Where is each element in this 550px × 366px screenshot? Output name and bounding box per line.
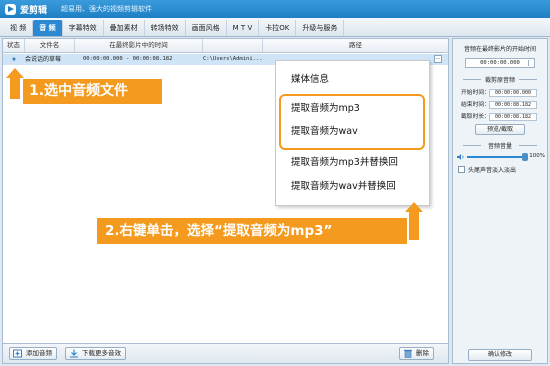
delete-label: 删除 (416, 349, 429, 357)
menu-item-media-info[interactable]: 媒体信息 (291, 71, 329, 85)
row-filename: 会说话的草莓 (25, 56, 62, 63)
preview-trim-button[interactable]: 预览/截取 (475, 124, 525, 135)
bottom-toolbar: 添加音频 下载更多音效 删除 (2, 344, 449, 364)
download-icon (70, 349, 78, 358)
callout-arrow-icon (405, 202, 423, 240)
volume-slider-fill (467, 156, 525, 158)
more-options-button[interactable]: ··· (434, 55, 442, 63)
spinner-icon[interactable] (528, 60, 533, 66)
delete-button[interactable]: 删除 (399, 347, 434, 360)
start-time-value: 00:00:00.000 (480, 60, 520, 66)
trim-end-label: 结束时间： (461, 102, 490, 108)
fade-checkbox[interactable] (458, 166, 465, 173)
menu-item-extract-mp3[interactable]: 提取音频为mp3 (291, 100, 360, 114)
trim-end-field[interactable]: 00:00:08.182 (489, 101, 537, 109)
status-icon: ★ (11, 56, 17, 63)
menu-item-extract-wav-replace[interactable]: 提取音频为wav并替换回 (291, 178, 396, 192)
column-header-status[interactable]: 状态 (3, 39, 25, 52)
volume-slider[interactable] (467, 153, 528, 161)
column-header-filename[interactable]: 文件名 (25, 39, 75, 52)
start-time-input[interactable]: 00:00:00.000 (465, 58, 535, 68)
tab-video[interactable]: 视 频 (4, 20, 34, 36)
volume-slider-handle[interactable] (522, 153, 528, 161)
audio-settings-panel: 音频在最终影片的开始时间 00:00:00.000 裁剪原音频 开始时间： 00:… (452, 38, 548, 364)
volume-row: 100% (457, 152, 545, 162)
trim-duration-row: 截取时长： 00:00:08.182 (461, 111, 537, 121)
trim-duration-field[interactable]: 00:00:08.182 (489, 113, 537, 121)
trim-duration-label: 截取时长： (461, 114, 490, 120)
confirm-button[interactable]: 确认修改 (468, 349, 532, 361)
download-more-audio-button[interactable]: 下载更多音效 (65, 347, 126, 360)
title-bar: 爱剪辑 超易用、强大的视频剪辑软件 (0, 0, 550, 18)
section-title-trim: 裁剪原音频 (453, 75, 547, 84)
tab-upgrade-service[interactable]: 升级与服务 (296, 20, 345, 36)
start-time-title: 音频在最终影片的开始时间 (463, 46, 536, 53)
fade-label: 头尾声音淡入淡出 (468, 167, 517, 174)
tab-picture-style[interactable]: 画面风格 (186, 20, 227, 36)
trim-start-label: 开始时间： (461, 90, 490, 96)
main-tab-bar: 视 频 音 频 字幕特效 叠加素材 转场特效 画面风格 M T V 卡拉OK 升… (0, 18, 550, 37)
fade-option[interactable]: 头尾声音淡入淡出 (458, 165, 516, 174)
tab-audio[interactable]: 音 频 (33, 20, 63, 36)
download-more-audio-label: 下载更多音效 (82, 349, 121, 357)
volume-value: 100% (529, 153, 545, 159)
menu-item-extract-mp3-replace[interactable]: 提取音频为mp3并替换回 (291, 154, 398, 168)
add-audio-button[interactable]: 添加音频 (9, 347, 57, 360)
column-header-blank (203, 39, 263, 52)
callout-arrow-icon (6, 68, 24, 99)
trim-start-field[interactable]: 00:00:00.000 (489, 89, 537, 97)
trim-start-row: 开始时间： 00:00:00.000 (461, 87, 537, 97)
row-time-range: 00:00:00.000 - 00:00:08.182 (83, 56, 173, 62)
callout-step1: 1.选中音频文件 (23, 79, 162, 104)
trim-end-row: 结束时间： 00:00:08.182 (461, 99, 537, 109)
list-header: 状态 文件名 在最终影片中的时间 路径 (3, 39, 448, 53)
trash-icon (404, 349, 412, 358)
column-header-time[interactable]: 在最终影片中的时间 (75, 39, 203, 52)
add-audio-label: 添加音频 (26, 349, 52, 357)
section-title-volume: 音频音量 (453, 141, 547, 150)
tab-subtitle-effects[interactable]: 字幕特效 (63, 20, 104, 36)
app-name: 爱剪辑 (20, 5, 48, 16)
callout-step2: 2.右键单击，选择“提取音频为mp3” (97, 218, 407, 244)
speaker-icon (457, 154, 464, 160)
tab-overlay[interactable]: 叠加素材 (104, 20, 145, 36)
app-slogan: 超易用、强大的视频剪辑软件 (61, 5, 153, 13)
tab-karaoke[interactable]: 卡拉OK (259, 20, 297, 36)
context-menu: 媒体信息 提取音频为mp3 提取音频为wav 提取音频为mp3并替换回 提取音频… (275, 60, 430, 206)
tab-mtv[interactable]: M T V (227, 20, 260, 36)
tab-transitions[interactable]: 转场特效 (145, 20, 186, 36)
add-audio-icon (13, 349, 22, 358)
app-logo-icon (5, 3, 16, 15)
column-header-path[interactable]: 路径 (263, 39, 448, 52)
menu-item-extract-wav[interactable]: 提取音频为wav (291, 123, 358, 137)
